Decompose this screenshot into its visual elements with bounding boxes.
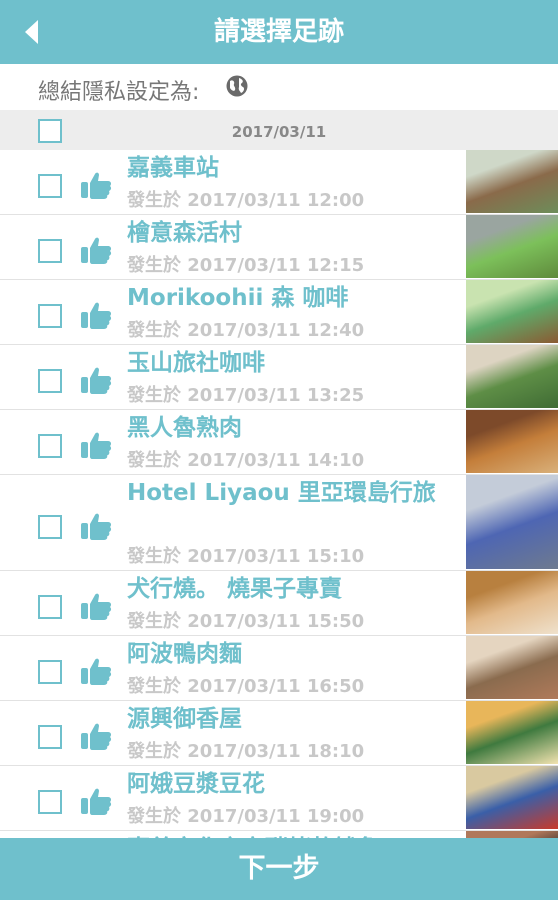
- list-item[interactable]: 玉山旅社咖啡發生於 2017/03/11 13:25: [0, 345, 558, 410]
- thumbs-up-icon: [81, 658, 112, 685]
- place-photo[interactable]: [466, 150, 558, 213]
- item-checkbox[interactable]: [38, 434, 62, 458]
- item-checkbox[interactable]: [38, 595, 62, 619]
- item-name: 阿娥豆漿豆花: [127, 771, 265, 797]
- item-checkbox[interactable]: [38, 174, 62, 198]
- item-checkbox[interactable]: [38, 790, 62, 814]
- place-photo[interactable]: [466, 475, 558, 569]
- item-name: 嘉義車站: [127, 155, 219, 181]
- item-timestamp: 發生於 2017/03/11 18:10: [127, 741, 365, 762]
- item-timestamp: 發生於 2017/03/11 15:50: [127, 611, 365, 632]
- place-photo[interactable]: [466, 831, 558, 838]
- thumbs-up-icon: [81, 513, 112, 540]
- thumbs-up-icon: [81, 432, 112, 459]
- item-name: 玉山旅社咖啡: [127, 350, 265, 376]
- place-photo[interactable]: [466, 280, 558, 343]
- list-item[interactable]: 阿娥豆漿豆花發生於 2017/03/11 19:00: [0, 766, 558, 831]
- place-photo[interactable]: [466, 215, 558, 278]
- next-step-button[interactable]: 下一步: [0, 838, 558, 900]
- date-group-header: 2017/03/11: [0, 110, 558, 150]
- item-checkbox[interactable]: [38, 660, 62, 684]
- page-title: 請選擇足跡: [213, 17, 344, 47]
- thumbs-up-icon: [81, 237, 112, 264]
- thumbs-up-icon: [81, 367, 112, 394]
- item-timestamp: 發生於 2017/03/11 19:00: [127, 806, 365, 827]
- item-checkbox[interactable]: [38, 369, 62, 393]
- item-name: 檜意森活村: [127, 220, 242, 246]
- item-name: 犬行燒。 燒果子專賣: [127, 576, 343, 602]
- list-item[interactable]: 檜意森活村發生於 2017/03/11 12:15: [0, 215, 558, 280]
- list-item[interactable]: 阿波鴨肉麵發生於 2017/03/11 16:50: [0, 636, 558, 701]
- list-item[interactable]: Morikoohii 森 咖啡發生於 2017/03/11 12:40: [0, 280, 558, 345]
- globe-icon[interactable]: [226, 75, 248, 97]
- item-timestamp: 發生於 2017/03/11 14:10: [127, 450, 365, 471]
- item-name: Hotel Liyaou 里亞環島行旅: [127, 480, 436, 506]
- thumbs-up-icon: [81, 593, 112, 620]
- item-name: Morikoohii 森 咖啡: [127, 285, 349, 311]
- footprint-list: 嘉義車站 發生於 2017/03/11 12:00 檜意森活村 發生於 2017/03…: [0, 150, 558, 838]
- privacy-setting-row: 總結隱私設定為:: [0, 64, 558, 110]
- item-checkbox[interactable]: [38, 239, 62, 263]
- list-item[interactable]: 黑人魯熟肉發生於 2017/03/11 14:10: [0, 410, 558, 475]
- list-item[interactable]: 嘉義車站發生於 2017/03/11 12:00: [0, 150, 558, 215]
- list-item[interactable]: 犬行燒。 燒果子專賣發生於 2017/03/11 15:50: [0, 571, 558, 636]
- thumbs-up-icon: [81, 723, 112, 750]
- item-checkbox[interactable]: [38, 514, 62, 539]
- thumbs-up-icon: [81, 302, 112, 329]
- top-bar: 請選擇足跡: [0, 0, 558, 64]
- place-photo[interactable]: [466, 636, 558, 699]
- list-item[interactable]: 源興御香屋發生於 2017/03/11 18:10: [0, 701, 558, 766]
- item-checkbox[interactable]: [38, 304, 62, 328]
- item-name: 黑人魯熟肉: [127, 415, 242, 441]
- list-item[interactable]: 嘉義文化夜市碳烤乾魷魚發生於 2017/03/11 19:40: [0, 831, 558, 838]
- item-timestamp: 發生於 2017/03/11 12:40: [127, 320, 365, 341]
- place-photo[interactable]: [466, 345, 558, 408]
- item-name: 阿波鴨肉麵: [127, 641, 242, 667]
- item-timestamp: 發生於 2017/03/11 15:10: [127, 546, 365, 567]
- item-checkbox[interactable]: [38, 725, 62, 749]
- place-photo[interactable]: [466, 410, 558, 473]
- item-timestamp: 發生於 2017/03/11 13:25: [127, 385, 365, 406]
- item-timestamp: 發生於 2017/03/11 12:15: [127, 255, 365, 276]
- thumbs-up-icon: [81, 172, 112, 199]
- item-timestamp: 發生於 2017/03/11 16:50: [127, 676, 365, 697]
- privacy-label: 總結隱私設定為:: [38, 80, 200, 105]
- thumbs-up-icon: [81, 788, 112, 815]
- back-arrow-icon[interactable]: [22, 18, 44, 46]
- group-date: 2017/03/11: [231, 123, 327, 141]
- item-name: 源興御香屋: [127, 706, 242, 732]
- item-timestamp: 發生於 2017/03/11 12:00: [127, 190, 365, 211]
- place-photo[interactable]: [466, 766, 558, 829]
- place-photo[interactable]: [466, 571, 558, 634]
- place-photo[interactable]: [466, 701, 558, 764]
- list-item[interactable]: Hotel Liyaou 里亞環島行旅發生於 2017/03/11 15:10: [0, 475, 558, 571]
